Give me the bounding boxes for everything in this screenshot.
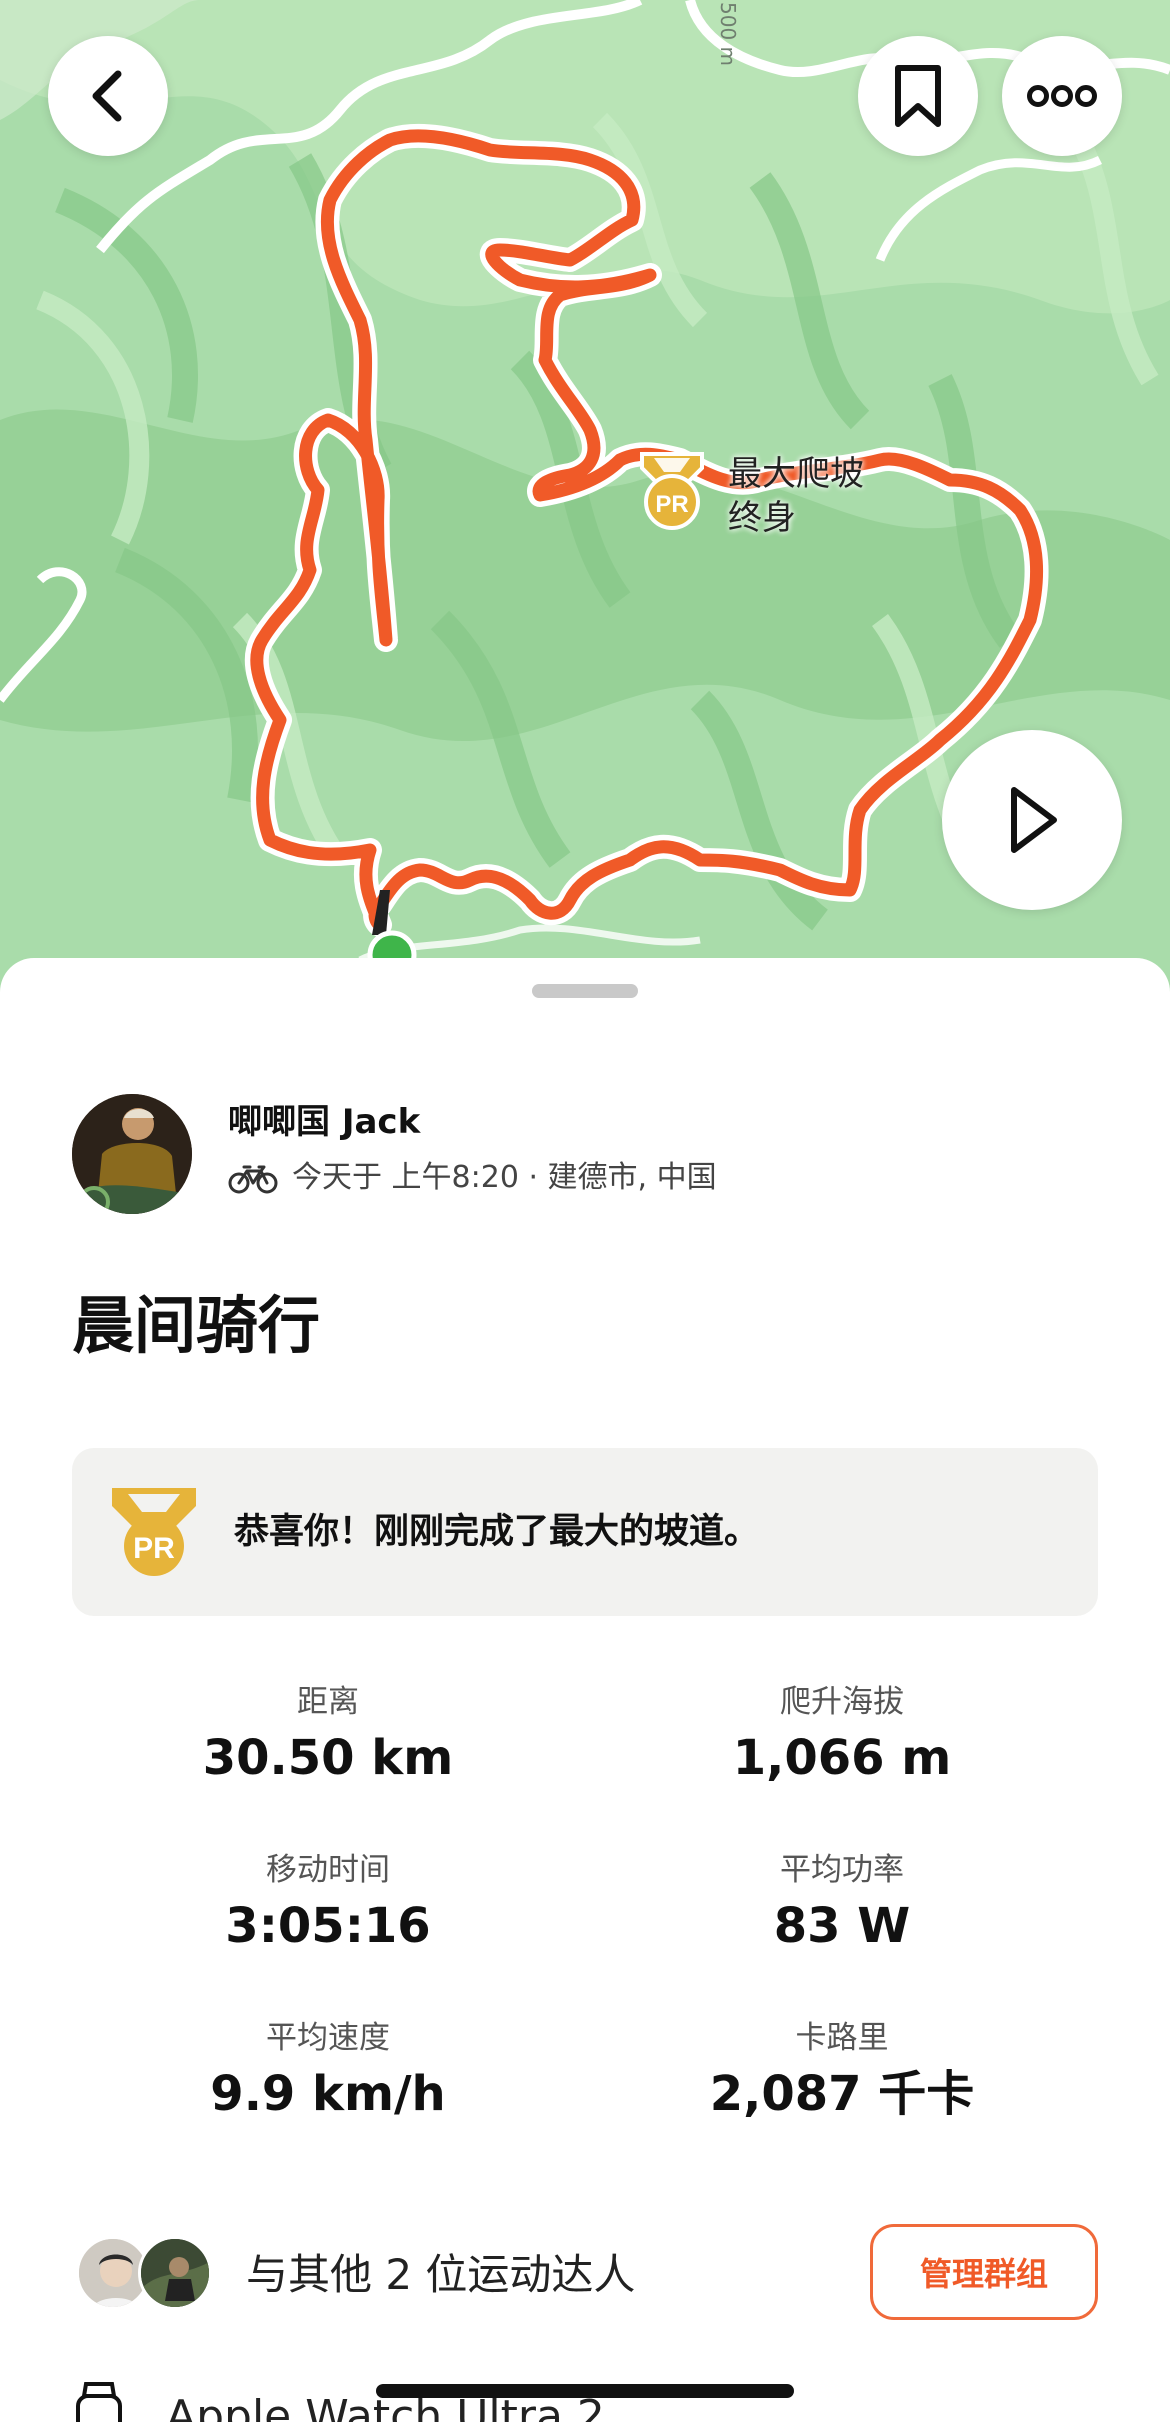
pr-achievement-text: 恭喜你！刚刚完成了最大的坡道。 bbox=[234, 1512, 760, 1552]
stat-avg-speed: 平均速度 9.9 km/h bbox=[108, 2018, 548, 2126]
stat-distance: 距离 30.50 km bbox=[108, 1682, 548, 1790]
stat-label: 卡路里 bbox=[795, 2020, 889, 2056]
stat-value: 83 W bbox=[773, 1898, 911, 1954]
stat-avg-power: 平均功率 83 W bbox=[622, 1850, 1062, 1958]
stat-value: 9.9 km/h bbox=[210, 2066, 446, 2122]
stat-elevation-gain: 爬升海拔 1,066 m bbox=[622, 1682, 1062, 1790]
stat-value: 3:05:16 bbox=[225, 1898, 431, 1954]
pr-marker-label-title: 最大爬坡 bbox=[728, 454, 864, 494]
group-member-avatar[interactable] bbox=[138, 2236, 212, 2310]
home-indicator bbox=[376, 2384, 794, 2398]
pr-medal-icon[interactable]: PR bbox=[636, 450, 708, 534]
back-button[interactable] bbox=[48, 36, 168, 156]
more-dots-icon bbox=[1027, 85, 1097, 107]
watch-icon bbox=[76, 2382, 122, 2422]
stat-value: 2,087 千卡 bbox=[709, 2066, 975, 2122]
bookmark-icon bbox=[895, 65, 941, 127]
pr-medal-icon: PR bbox=[112, 1488, 196, 1576]
bookmark-button[interactable] bbox=[858, 36, 978, 156]
stat-label: 平均速度 bbox=[266, 2020, 390, 2056]
stat-moving-time: 移动时间 3:05:16 bbox=[108, 1850, 548, 1958]
stat-value: 30.50 km bbox=[202, 1730, 454, 1786]
bike-icon bbox=[228, 1165, 278, 1194]
athlete-avatar[interactable] bbox=[72, 1094, 192, 1214]
activity-meta: 今天于 上午8:20 · 建德市, 中国 bbox=[228, 1158, 717, 1198]
activity-date-location: 今天于 上午8:20 · 建德市, 中国 bbox=[292, 1160, 717, 1195]
athlete-name[interactable]: 唧唧国 Jack bbox=[228, 1100, 420, 1144]
route-map[interactable]: 500 m PR 最大爬坡 终身 bbox=[0, 0, 1170, 1000]
stat-label: 距离 bbox=[297, 1684, 359, 1720]
play-icon bbox=[1011, 787, 1057, 853]
stat-value: 1,066 m bbox=[732, 1730, 952, 1786]
stat-label: 移动时间 bbox=[266, 1852, 390, 1888]
activity-title: 晨间骑行 bbox=[72, 1289, 321, 1362]
athlete-photo bbox=[72, 1094, 192, 1214]
stat-label: 平均功率 bbox=[780, 1852, 904, 1888]
manage-group-button[interactable]: 管理群组 bbox=[870, 2224, 1098, 2320]
activity-detail-sheet: 唧唧国 Jack 今天于 上午8:20 · 建德市, 中国 晨间骑行 PR 恭喜… bbox=[0, 958, 1170, 2422]
sheet-grabber-handle[interactable] bbox=[532, 984, 638, 998]
contour-elevation-label: 500 m bbox=[716, 2, 740, 67]
flyover-play-button[interactable] bbox=[942, 730, 1122, 910]
chevron-left-icon bbox=[92, 70, 122, 122]
pr-marker-label-subtitle: 终身 bbox=[728, 498, 796, 538]
pr-achievement-banner[interactable]: PR 恭喜你！刚刚完成了最大的坡道。 bbox=[72, 1448, 1098, 1616]
more-options-button[interactable] bbox=[1002, 36, 1122, 156]
stat-label: 爬升海拔 bbox=[780, 1684, 904, 1720]
svg-text:PR: PR bbox=[133, 1532, 175, 1565]
member-photo bbox=[141, 2239, 209, 2307]
group-activity-text[interactable]: 与其他 2 位运动达人 bbox=[246, 2250, 635, 2300]
stat-calories: 卡路里 2,087 千卡 bbox=[622, 2018, 1062, 2126]
svg-text:PR: PR bbox=[655, 491, 688, 518]
group-activity-row[interactable]: 与其他 2 位运动达人 管理群组 bbox=[0, 2212, 1170, 2332]
